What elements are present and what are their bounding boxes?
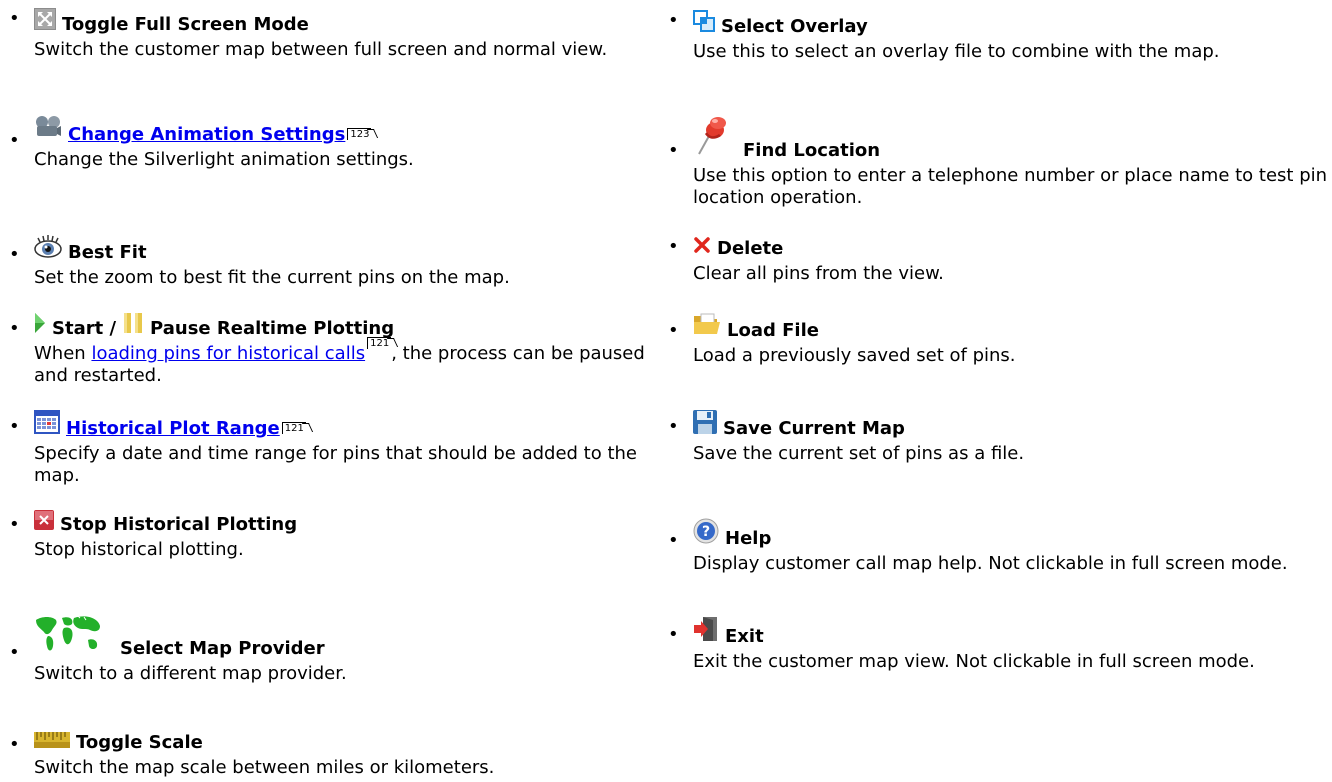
ruler-icon bbox=[34, 732, 70, 754]
eye-icon bbox=[34, 234, 62, 264]
list-item-stop-historical-plotting: • Stop Historical Plotting Stop historic… bbox=[9, 510, 664, 561]
world-map-icon bbox=[34, 614, 102, 660]
list-item-exit: • Exit Exit the customer map view. Not c… bbox=[668, 616, 1332, 673]
bullet: • bbox=[9, 514, 20, 535]
animation-settings-link[interactable]: Change Animation Settings bbox=[68, 124, 345, 146]
animation-settings-icon bbox=[34, 114, 62, 146]
pause-icon bbox=[122, 312, 144, 340]
item-title: Load File bbox=[727, 320, 819, 341]
item-title: Toggle Scale bbox=[76, 732, 203, 753]
bullet: • bbox=[668, 530, 679, 551]
list-item-find-location: • Find Location Use this option to enter… bbox=[668, 114, 1332, 209]
item-description: Load a previously saved set of pins. bbox=[693, 345, 1016, 366]
item-title: Select Overlay bbox=[721, 16, 868, 37]
list-item-best-fit: • Best Fit Set the zoom to best fit the … bbox=[9, 234, 664, 289]
item-description: Use this to select an overlay file to co… bbox=[693, 41, 1220, 62]
item-title: Exit bbox=[725, 626, 764, 647]
folder-icon bbox=[693, 312, 721, 342]
item-description: Use this option to enter a telephone num… bbox=[693, 165, 1328, 208]
bullet: • bbox=[668, 140, 679, 161]
bullet: • bbox=[668, 624, 679, 645]
stop-icon bbox=[34, 510, 54, 536]
page-reference[interactable]: 123 bbox=[347, 128, 372, 140]
list-item-toggle-scale: • Toggle Scale Switch the map scale betw… bbox=[9, 732, 664, 779]
bullet: • bbox=[9, 318, 20, 339]
help-icon: ? bbox=[693, 518, 719, 550]
item-title: Best Fit bbox=[68, 242, 147, 263]
bullet: • bbox=[9, 642, 20, 663]
bullet: • bbox=[668, 236, 679, 257]
historical-calls-link[interactable]: loading pins for historical calls bbox=[91, 343, 365, 364]
item-description: Switch to a different map provider. bbox=[34, 663, 347, 684]
list-item-realtime-plotting: • Start / Pause Realtime Plotting When l… bbox=[9, 312, 664, 387]
item-description: Exit the customer map view. Not clickabl… bbox=[693, 651, 1255, 672]
list-item-select-overlay: • Select Overlay Use this to select an o… bbox=[668, 10, 1332, 63]
item-description: Stop historical plotting. bbox=[34, 539, 244, 560]
bullet: • bbox=[668, 320, 679, 341]
list-item-delete: • Delete Clear all pins from the view. bbox=[668, 236, 1332, 285]
item-title: Help bbox=[725, 528, 772, 549]
item-title-prefix: Start / bbox=[52, 318, 117, 339]
fullscreen-icon bbox=[34, 8, 56, 36]
save-icon bbox=[693, 410, 717, 440]
bullet: • bbox=[9, 244, 20, 265]
item-description: Clear all pins from the view. bbox=[693, 263, 944, 284]
play-icon bbox=[34, 312, 46, 340]
item-description: When loading pins for historical calls 12… bbox=[34, 337, 664, 387]
item-title: Delete bbox=[717, 238, 784, 259]
bullet: • bbox=[668, 416, 679, 437]
bullet: • bbox=[9, 130, 20, 151]
list-item-animation-settings: • Change Animation Settings 123 Change t… bbox=[9, 114, 664, 171]
desc-text: When bbox=[34, 343, 86, 364]
list-item-help: • ? Help Display customer call map help.… bbox=[668, 518, 1332, 575]
historical-plot-range-link[interactable]: Historical Plot Range bbox=[66, 418, 280, 440]
list-item-load-file: • Load File Load a previously saved set … bbox=[668, 312, 1332, 367]
page-reference[interactable]: 121 bbox=[281, 422, 306, 434]
item-description: Save the current set of pins as a file. bbox=[693, 443, 1025, 464]
item-description: Set the zoom to best fit the current pin… bbox=[34, 267, 510, 288]
list-item-toggle-full-screen: • Toggle Full Screen Mode Switch the cus… bbox=[9, 8, 664, 61]
item-title: Stop Historical Plotting bbox=[60, 514, 298, 535]
item-title: Save Current Map bbox=[723, 418, 905, 439]
list-item-historical-plot-range: • Historical Plot Range 121 Specify a da… bbox=[9, 410, 664, 487]
item-description: Switch the map scale between miles or ki… bbox=[34, 757, 495, 778]
item-title: Toggle Full Screen Mode bbox=[62, 14, 309, 35]
overlay-icon bbox=[693, 10, 715, 38]
bullet: • bbox=[668, 10, 679, 31]
bullet: • bbox=[9, 734, 20, 755]
page-reference[interactable]: 121 bbox=[367, 337, 392, 349]
item-title: Select Map Provider bbox=[120, 638, 325, 659]
item-description: Specify a date and time range for pins t… bbox=[34, 443, 638, 486]
list-item-select-map-provider: • Select Map Provider Switch to a differ… bbox=[9, 614, 664, 685]
exit-icon bbox=[693, 616, 719, 648]
item-title: Pause Realtime Plotting bbox=[150, 318, 395, 339]
item-description: Change the Silverlight animation setting… bbox=[34, 149, 414, 170]
calendar-icon bbox=[34, 410, 60, 440]
bullet: • bbox=[9, 8, 20, 29]
list-item-save-current-map: • Save Current Map Save the current set … bbox=[668, 410, 1332, 465]
pushpin-icon bbox=[693, 114, 729, 162]
delete-icon bbox=[693, 236, 711, 260]
item-description: Switch the customer map between full scr… bbox=[34, 39, 608, 60]
item-title: Find Location bbox=[743, 140, 881, 161]
svg-text:?: ? bbox=[702, 524, 710, 540]
bullet: • bbox=[9, 416, 20, 437]
item-description: Display customer call map help. Not clic… bbox=[693, 553, 1288, 574]
